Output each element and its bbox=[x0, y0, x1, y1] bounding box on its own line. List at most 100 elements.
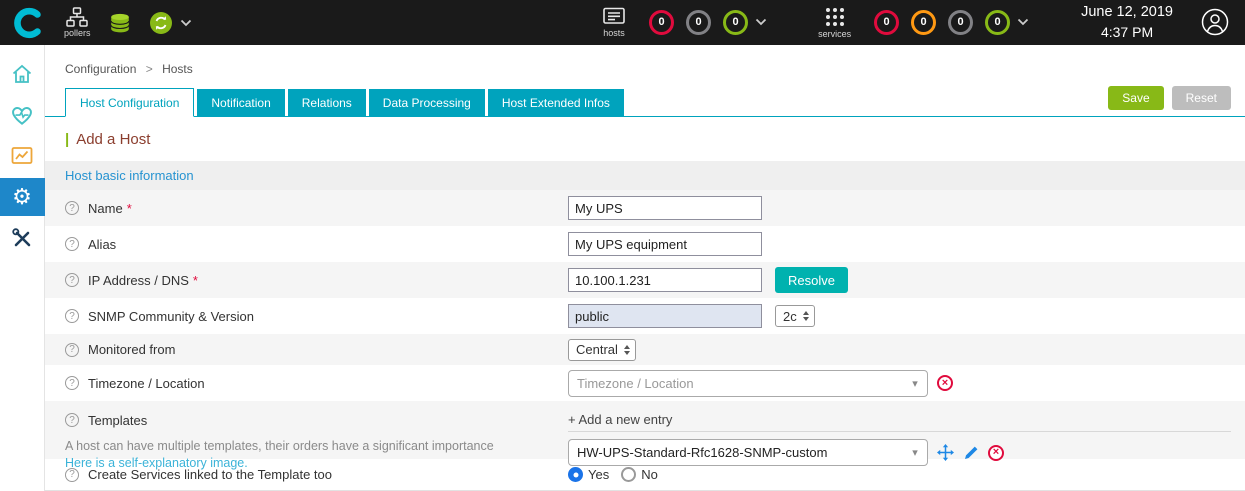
tab-notification[interactable]: Notification bbox=[197, 89, 284, 116]
chart-icon bbox=[10, 144, 34, 168]
create-services-radio-group: Yes No bbox=[568, 467, 658, 482]
section-header: Host basic information bbox=[45, 161, 1245, 190]
save-button[interactable]: Save bbox=[1108, 86, 1163, 110]
hosts-menu[interactable]: hosts bbox=[602, 7, 626, 38]
tools-icon bbox=[10, 226, 34, 250]
alias-input[interactable] bbox=[568, 232, 762, 256]
help-icon[interactable]: ? bbox=[65, 237, 79, 251]
centreon-logo-icon bbox=[11, 6, 45, 40]
templates-label: Templates bbox=[88, 413, 147, 428]
current-date: June 12, 2019 bbox=[1081, 3, 1173, 23]
services-unknown-counter[interactable]: 0 bbox=[948, 10, 973, 35]
breadcrumb: Configuration > Hosts bbox=[45, 45, 1245, 86]
page-title: |Add a Host bbox=[45, 117, 1245, 161]
chevron-down-icon[interactable] bbox=[180, 19, 192, 27]
help-icon[interactable]: ? bbox=[65, 201, 79, 215]
breadcrumb-separator: > bbox=[146, 62, 153, 76]
tab-data-processing[interactable]: Data Processing bbox=[369, 89, 485, 116]
name-input[interactable] bbox=[568, 196, 762, 220]
name-label: Name bbox=[88, 201, 123, 216]
services-chevron-down-icon[interactable] bbox=[1017, 18, 1029, 26]
tab-host-configuration[interactable]: Host Configuration bbox=[65, 88, 194, 117]
sidebar: ⚙ bbox=[0, 45, 45, 491]
sidebar-item-configuration[interactable]: ⚙ bbox=[0, 178, 45, 216]
radio-yes[interactable] bbox=[568, 467, 583, 482]
services-status-group: services 0 0 0 0 bbox=[809, 6, 1029, 39]
services-menu[interactable]: services bbox=[818, 6, 851, 39]
hosts-critical-counter[interactable]: 0 bbox=[649, 10, 674, 35]
tab-bar: Host Configuration Notification Relation… bbox=[45, 86, 1245, 117]
centreon-logo[interactable] bbox=[0, 0, 55, 45]
snmp-version-select[interactable]: 2c bbox=[775, 305, 815, 327]
form-row-timezone: ? Timezone / Location Timezone / Locatio… bbox=[45, 365, 1245, 401]
pollers-label: pollers bbox=[64, 28, 91, 38]
add-template-entry-link[interactable]: + Add a new entry bbox=[568, 408, 1231, 432]
form-row-snmp: ? SNMP Community & Version 2c bbox=[45, 298, 1245, 334]
help-icon[interactable]: ? bbox=[65, 413, 79, 427]
database-icon bbox=[109, 12, 131, 34]
tab-host-extended-infos[interactable]: Host Extended Infos bbox=[488, 89, 624, 116]
template-selected-value: HW-UPS-Standard-Rfc1628-SNMP-custom bbox=[577, 445, 827, 460]
page-title-bar: | bbox=[65, 131, 69, 148]
create-services-label: Create Services linked to the Template t… bbox=[88, 467, 332, 482]
database-status[interactable] bbox=[109, 12, 131, 34]
form-row-ip: ? IP Address / DNS * Resolve bbox=[45, 262, 1245, 298]
help-icon[interactable]: ? bbox=[65, 309, 79, 323]
breadcrumb-hosts[interactable]: Hosts bbox=[162, 62, 193, 76]
export-configuration[interactable] bbox=[149, 11, 192, 35]
sidebar-item-administration[interactable] bbox=[0, 219, 45, 257]
services-warning-counter[interactable]: 0 bbox=[911, 10, 936, 35]
hosts-up-counter[interactable]: 0 bbox=[723, 10, 748, 35]
help-icon[interactable]: ? bbox=[65, 468, 79, 482]
hosts-status-group: hosts 0 0 0 bbox=[593, 7, 767, 38]
timezone-select[interactable]: Timezone / Location ▾ bbox=[568, 370, 928, 397]
monitored-from-value: Central bbox=[576, 342, 618, 357]
hosts-icon bbox=[602, 7, 626, 27]
services-ok-counter[interactable]: 0 bbox=[985, 10, 1010, 35]
select-stepper-icon bbox=[624, 345, 630, 355]
user-icon bbox=[1201, 8, 1229, 36]
dropdown-arrow-icon: ▾ bbox=[903, 446, 927, 459]
snmp-version-value: 2c bbox=[783, 309, 797, 324]
help-icon[interactable]: ? bbox=[65, 376, 79, 390]
tab-relations[interactable]: Relations bbox=[288, 89, 366, 116]
sync-icon bbox=[149, 11, 173, 35]
hosts-unreachable-counter[interactable]: 0 bbox=[686, 10, 711, 35]
snmp-community-input[interactable] bbox=[568, 304, 762, 328]
sidebar-item-reporting[interactable] bbox=[0, 137, 45, 175]
form-row-create-services: ? Create Services linked to the Template… bbox=[45, 459, 1245, 490]
clock: June 12, 2019 4:37 PM bbox=[1081, 3, 1173, 41]
ip-input[interactable] bbox=[568, 268, 762, 292]
user-menu[interactable] bbox=[1201, 8, 1229, 36]
services-critical-counter[interactable]: 0 bbox=[874, 10, 899, 35]
pollers-menu[interactable]: pollers bbox=[64, 7, 91, 38]
radio-no-label[interactable]: No bbox=[641, 467, 658, 482]
form-row-name: ? Name * bbox=[45, 190, 1245, 226]
help-icon[interactable]: ? bbox=[65, 343, 79, 357]
radio-yes-label[interactable]: Yes bbox=[588, 467, 609, 482]
hosts-chevron-down-icon[interactable] bbox=[755, 18, 767, 26]
resolve-button[interactable]: Resolve bbox=[775, 267, 848, 293]
home-icon bbox=[10, 62, 34, 86]
alias-label: Alias bbox=[88, 237, 116, 252]
snmp-label: SNMP Community & Version bbox=[88, 309, 254, 324]
monitored-from-label: Monitored from bbox=[88, 342, 175, 357]
hosts-label: hosts bbox=[603, 28, 625, 38]
clear-timezone-icon[interactable]: × bbox=[937, 375, 953, 391]
timezone-label: Timezone / Location bbox=[88, 376, 205, 391]
dropdown-arrow-icon: ▾ bbox=[903, 377, 927, 390]
monitored-from-select[interactable]: Central bbox=[568, 339, 636, 361]
form-row-templates: ? Templates A host can have multiple tem… bbox=[45, 401, 1245, 459]
sidebar-item-monitoring[interactable] bbox=[0, 96, 45, 134]
services-icon bbox=[824, 6, 846, 28]
select-stepper-icon bbox=[803, 311, 809, 321]
reset-button[interactable]: Reset bbox=[1172, 86, 1231, 110]
help-icon[interactable]: ? bbox=[65, 273, 79, 287]
required-asterisk: * bbox=[193, 273, 198, 288]
templates-note: A host can have multiple templates, thei… bbox=[65, 439, 494, 453]
radio-no[interactable] bbox=[621, 467, 636, 482]
sidebar-item-home[interactable] bbox=[0, 55, 45, 93]
breadcrumb-configuration[interactable]: Configuration bbox=[65, 62, 136, 76]
gear-icon: ⚙ bbox=[12, 186, 32, 208]
form-row-alias: ? Alias bbox=[45, 226, 1245, 262]
